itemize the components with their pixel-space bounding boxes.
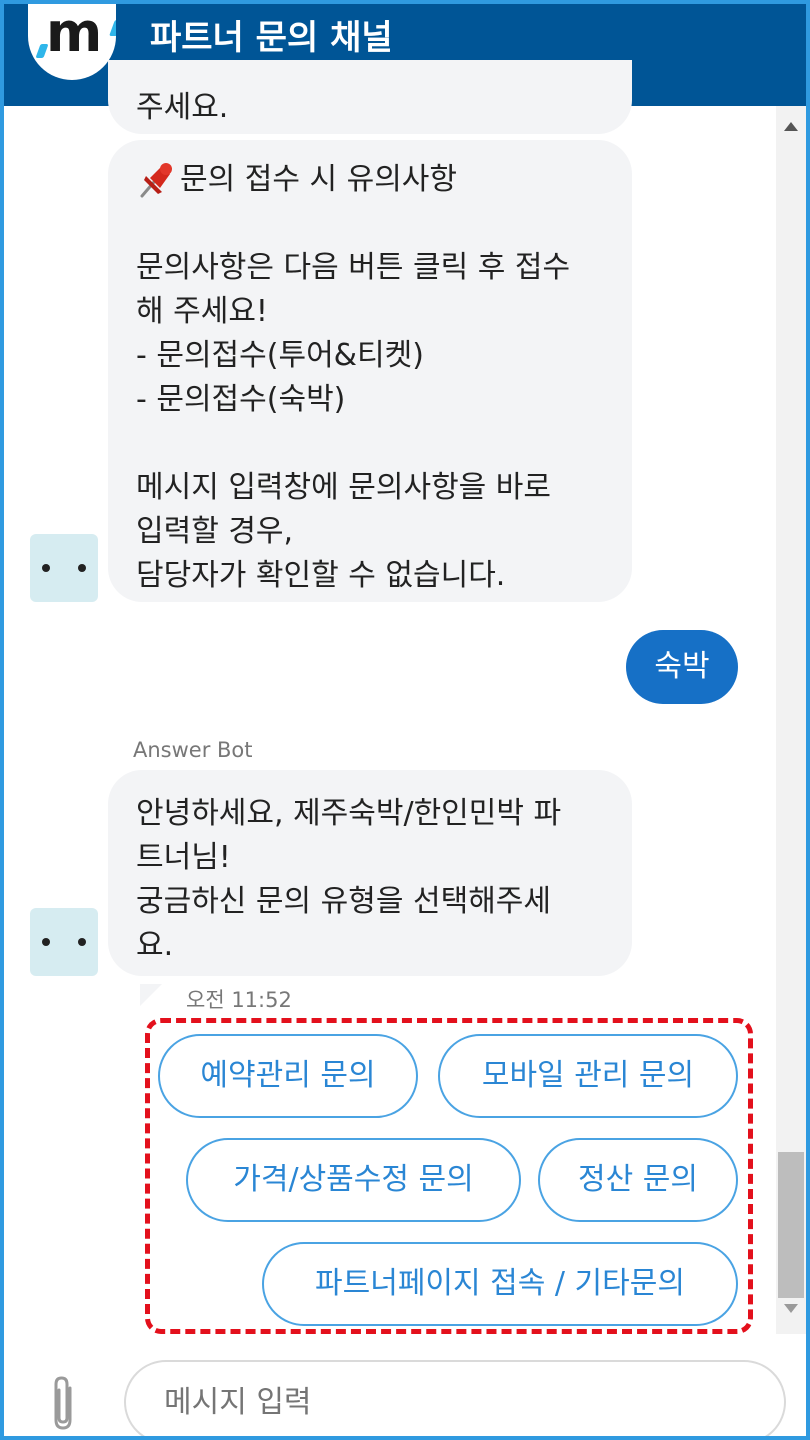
paperclip-icon[interactable] bbox=[44, 1374, 84, 1434]
bot-avatar bbox=[30, 908, 98, 976]
notice-line: - 문의접수(숙박) bbox=[136, 382, 346, 417]
message-input[interactable] bbox=[124, 1360, 786, 1440]
quick-reply-mobile[interactable]: 모바일 관리 문의 bbox=[438, 1034, 738, 1118]
avatar-eye bbox=[42, 938, 50, 946]
notice-heading-text: 문의 접수 시 유의사항 bbox=[180, 162, 458, 197]
bot-avatar bbox=[30, 534, 98, 602]
message-timestamp: 오전 11:52 bbox=[186, 988, 292, 1012]
quick-reply-reservation[interactable]: 예약관리 문의 bbox=[158, 1034, 418, 1118]
logo-accent bbox=[109, 20, 116, 36]
notice-line bbox=[136, 202, 612, 246]
bubble-tail bbox=[140, 984, 162, 1006]
greeting-line: 트너님! bbox=[136, 840, 231, 875]
notice-heading: 문의 접수 시 유의사항 bbox=[136, 158, 612, 202]
bot-notice-bubble: 문의 접수 시 유의사항 문의사항은 다음 버튼 클릭 후 접수 해 주세요! … bbox=[108, 140, 632, 602]
notice-line: 메시지 입력창에 문의사항을 바로 bbox=[136, 470, 552, 505]
quick-reply-price-product[interactable]: 가격/상품수정 문의 bbox=[186, 1138, 521, 1222]
quick-reply-settlement[interactable]: 정산 문의 bbox=[538, 1138, 738, 1222]
chat-scrollbar[interactable] bbox=[776, 106, 806, 1334]
bot-message-partial: 주세요. bbox=[108, 60, 632, 134]
brand-logo: m bbox=[28, 0, 116, 80]
greeting-line: 안녕하세요, 제주숙박/한인민박 파 bbox=[136, 796, 562, 831]
user-message-bubble: 숙박 bbox=[626, 630, 738, 704]
quick-reply-partner-page-other[interactable]: 파트너페이지 접속 / 기타문의 bbox=[262, 1242, 738, 1326]
partial-message-text: 주세요. bbox=[136, 90, 229, 125]
scroll-up-arrow-icon[interactable] bbox=[784, 122, 798, 131]
notice-line: 입력할 경우, bbox=[136, 514, 294, 549]
bot-greeting-bubble: 안녕하세요, 제주숙박/한인민박 파 트너님! 궁금하신 문의 유형을 선택해주… bbox=[108, 770, 632, 976]
greeting-line: 궁금하신 문의 유형을 선택해주세 bbox=[136, 884, 552, 919]
scroll-down-arrow-icon[interactable] bbox=[784, 1304, 798, 1313]
avatar-eye bbox=[78, 564, 86, 572]
notice-line: - 문의접수(투어&티켓) bbox=[136, 338, 424, 373]
notice-line: 문의사항은 다음 버튼 클릭 후 접수 bbox=[136, 250, 571, 285]
notice-line bbox=[136, 422, 612, 466]
notice-line: 해 주세요! bbox=[136, 294, 268, 329]
sender-name: Answer Bot bbox=[133, 738, 253, 762]
pushpin-icon bbox=[140, 163, 172, 198]
channel-title: 파트너 문의 채널 bbox=[150, 18, 393, 58]
greeting-line: 요. bbox=[136, 928, 174, 963]
scroll-thumb[interactable] bbox=[778, 1152, 804, 1298]
avatar-eye bbox=[78, 938, 86, 946]
avatar-eye bbox=[42, 564, 50, 572]
logo-letter: m bbox=[46, 1, 103, 64]
notice-line: 담당자가 확인할 수 없습니다. bbox=[136, 558, 506, 593]
